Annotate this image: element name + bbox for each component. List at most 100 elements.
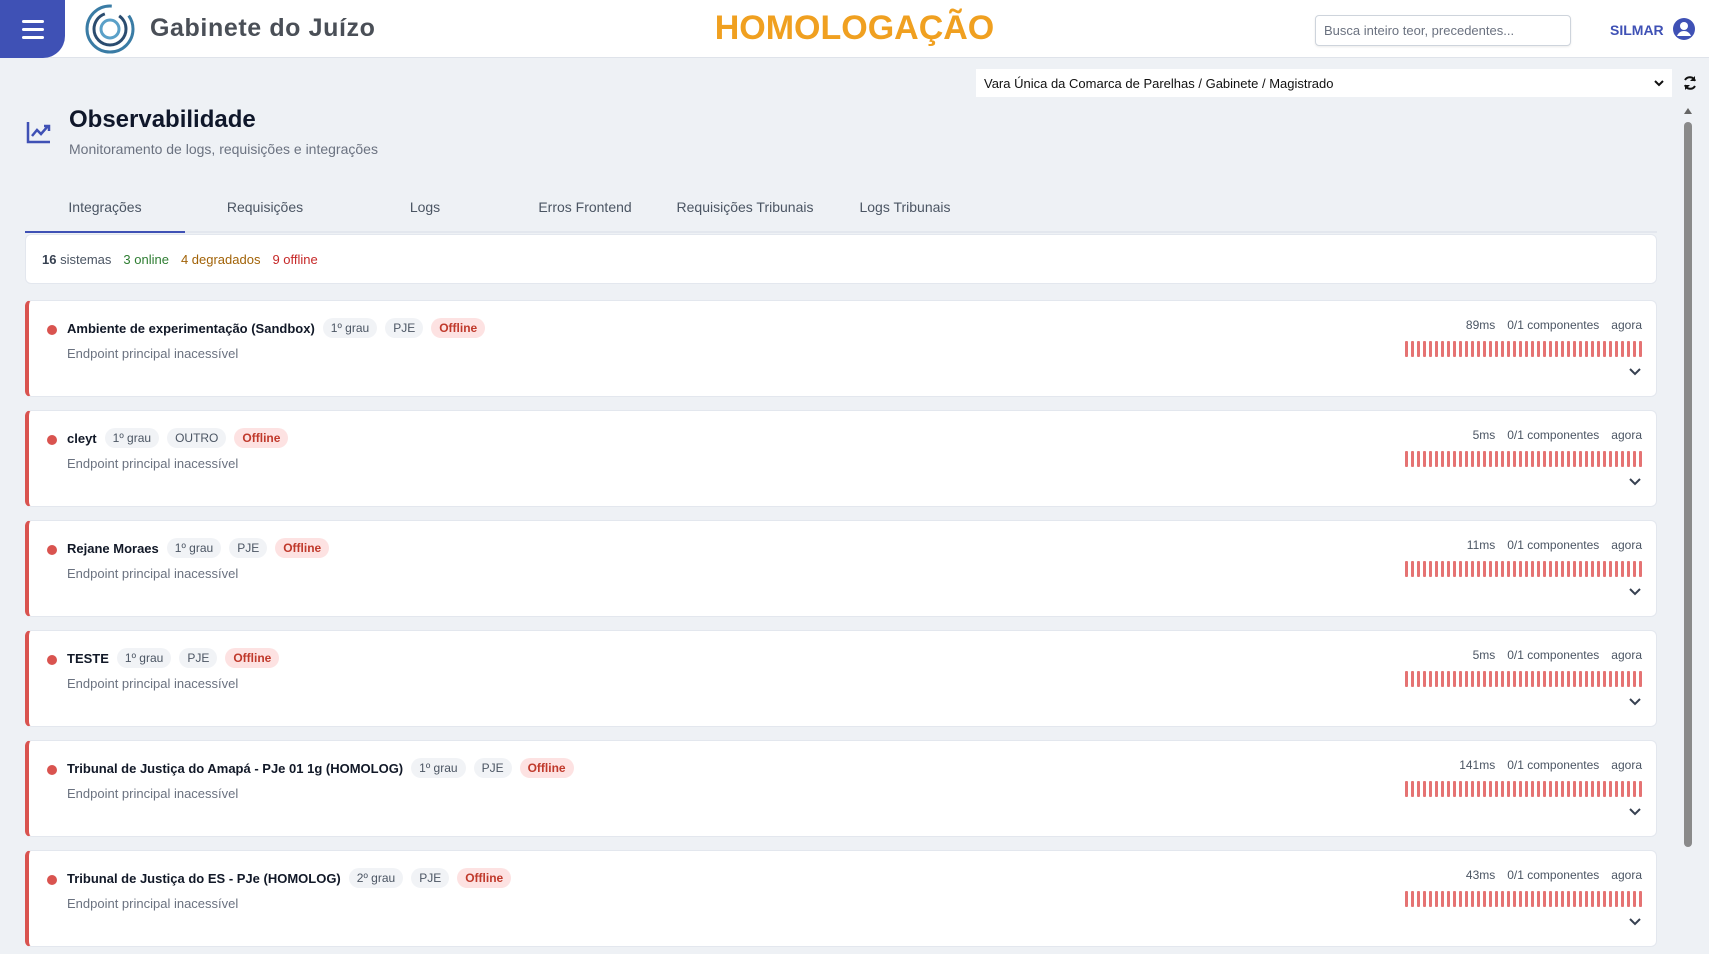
status-badge: Offline [431,318,486,338]
user-name[interactable]: SILMAR [1610,22,1664,38]
uptime-tick [1417,781,1420,797]
uptime-tick [1639,341,1642,357]
uptime-tick [1513,451,1516,467]
uptime-tick [1627,561,1630,577]
uptime-tick [1489,561,1492,577]
uptime-tick [1591,341,1594,357]
components-count: 0/1 componentes [1507,758,1600,772]
uptime-tick [1435,781,1438,797]
system-card[interactable]: Ambiente de experimentação (Sandbox) 1º … [25,300,1657,397]
user-circle-icon[interactable] [1672,17,1696,41]
chevron-down-icon[interactable] [1628,807,1642,817]
tab-requisicoes[interactable]: Requisições [185,187,345,233]
search-input[interactable] [1315,15,1571,46]
uptime-tick [1567,671,1570,687]
chevron-down-icon[interactable] [1628,917,1642,927]
chevron-down-icon [1654,79,1664,86]
uptime-tick [1633,451,1636,467]
uptime-tick [1525,671,1528,687]
status-badge: Offline [457,868,512,888]
uptime-tick [1543,341,1546,357]
uptime-tick [1621,671,1624,687]
scroll-up-arrow-icon[interactable] [1684,108,1692,114]
uptime-tick [1537,341,1540,357]
uptime-tick [1585,341,1588,357]
uptime-tick [1519,671,1522,687]
uptime-tick [1615,671,1618,687]
uptime-tick [1525,451,1528,467]
uptime-tick [1471,891,1474,907]
summary-degraded: 4 degradados [180,251,261,267]
uptime-tick [1513,341,1516,357]
components-count: 0/1 componentes [1507,318,1600,332]
uptime-tick [1453,451,1456,467]
uptime-tick [1555,561,1558,577]
system-card[interactable]: TESTE 1º grau PJE Offline Endpoint princ… [25,630,1657,727]
uptime-tick [1459,451,1462,467]
trending-up-chart-icon [26,122,51,144]
system-card[interactable]: Rejane Moraes 1º grau PJE Offline Endpoi… [25,520,1657,617]
uptime-tick [1525,781,1528,797]
uptime-tick [1531,891,1534,907]
uptime-tick [1483,341,1486,357]
hamburger-menu-icon[interactable] [0,0,65,58]
uptime-tick [1507,451,1510,467]
grau-badge: 1º grau [166,538,222,558]
tab-requisicoes-tribunais[interactable]: Requisições Tribunais [665,187,825,233]
chevron-down-icon[interactable] [1628,477,1642,487]
tab-logs[interactable]: Logs [345,187,505,233]
uptime-tick [1423,671,1426,687]
refresh-icon[interactable] [1682,75,1698,91]
uptime-tick [1567,341,1570,357]
chevron-down-icon[interactable] [1628,587,1642,597]
scroll-thumb[interactable] [1684,122,1692,847]
grau-badge: 1º grau [411,758,466,778]
uptime-tick [1459,891,1462,907]
uptime-tick [1507,891,1510,907]
system-card[interactable]: Tribunal de Justiça do Amapá - PJe 01 1g… [25,740,1657,837]
uptime-tick [1417,341,1420,357]
tab-integracoes[interactable]: Integrações [25,187,185,233]
uptime-tick [1489,341,1492,357]
uptime-tick [1501,341,1504,357]
uptime-tick [1501,781,1504,797]
uptime-tick [1483,891,1486,907]
uptime-tick [1621,341,1624,357]
chevron-down-icon[interactable] [1628,367,1642,377]
uptime-tick [1615,781,1618,797]
system-name: Ambiente de experimentação (Sandbox) [67,320,315,336]
uptime-tick [1603,781,1606,797]
app-logo-icon [85,4,135,54]
uptime-tick [1603,891,1606,907]
uptime-tick [1501,671,1504,687]
uptime-tick [1513,891,1516,907]
system-card[interactable]: Tribunal de Justiça do ES - PJe (HOMOLOG… [25,850,1657,947]
app-title: Gabinete do Juízo [150,14,376,42]
uptime-tick [1537,891,1540,907]
org-select[interactable]: Vara Única da Comarca de Parelhas / Gabi… [976,69,1672,97]
uptime-tick [1579,781,1582,797]
uptime-tick [1579,561,1582,577]
uptime-tick [1573,891,1576,907]
tab-erros-frontend[interactable]: Erros Frontend [505,187,665,233]
uptime-tick [1609,561,1612,577]
uptime-tick [1585,671,1588,687]
system-card[interactable]: cleyt 1º grau OUTRO Offline Endpoint pri… [25,410,1657,507]
page-scrollbar[interactable] [1682,108,1694,954]
status-dot [47,655,57,665]
tab-logs-tribunais[interactable]: Logs Tribunais [825,187,985,233]
chevron-down-icon[interactable] [1628,697,1642,707]
system-description: Endpoint principal inacessível [67,346,239,361]
page-subtitle: Monitoramento de logs, requisições e int… [69,141,378,157]
uptime-tick [1579,341,1582,357]
last-updated: agora [1611,428,1642,442]
uptime-tick [1549,781,1552,797]
uptime-tick [1405,891,1408,907]
uptime-tick [1633,891,1636,907]
uptime-tick [1435,891,1438,907]
uptime-tick [1459,561,1462,577]
uptime-tick [1573,341,1576,357]
uptime-tick [1441,671,1444,687]
status-dot [47,875,57,885]
status-badge: Offline [519,758,574,778]
